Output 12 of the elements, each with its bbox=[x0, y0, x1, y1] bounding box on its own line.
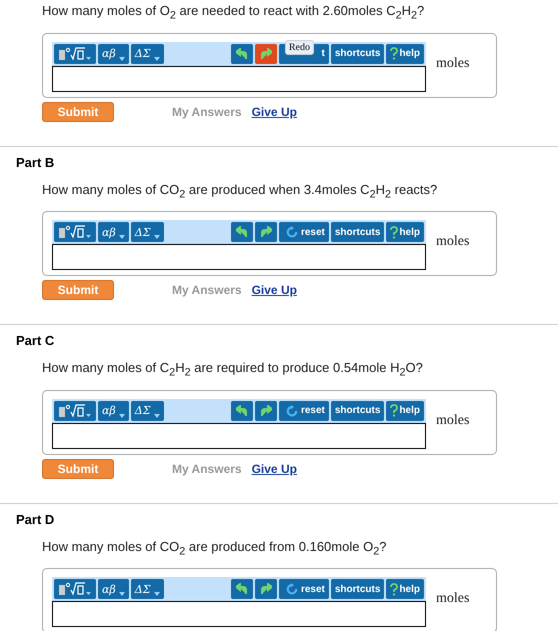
question-text: How many moles of CO$_{2}$ are produced when 3.4moles C$_{2}$H$_{2}$ reacts? bbox=[42, 180, 438, 202]
unit-label: moles bbox=[436, 234, 470, 252]
unit-label: moles bbox=[436, 412, 470, 430]
question-text: How many moles of O$_{2}$ are needed to react with 2.60moles C$_{2}$H$_{2}$? bbox=[42, 2, 426, 24]
unit-label: moles bbox=[436, 56, 470, 73]
unit-label: moles bbox=[436, 591, 470, 608]
part-heading: Part D bbox=[16, 512, 56, 528]
question-text: How many moles of C$_{2}$H$_{2}$ are required to produce 0.54mole H$_{2}$O? bbox=[42, 359, 424, 381]
tooltip: Redo bbox=[284, 40, 314, 55]
part-heading: Part B bbox=[16, 154, 56, 171]
part-heading: Part C bbox=[16, 333, 56, 350]
question-text: How many moles of CO$_{2}$ are produced from 0.160mole O$_{2}$? bbox=[42, 538, 388, 560]
